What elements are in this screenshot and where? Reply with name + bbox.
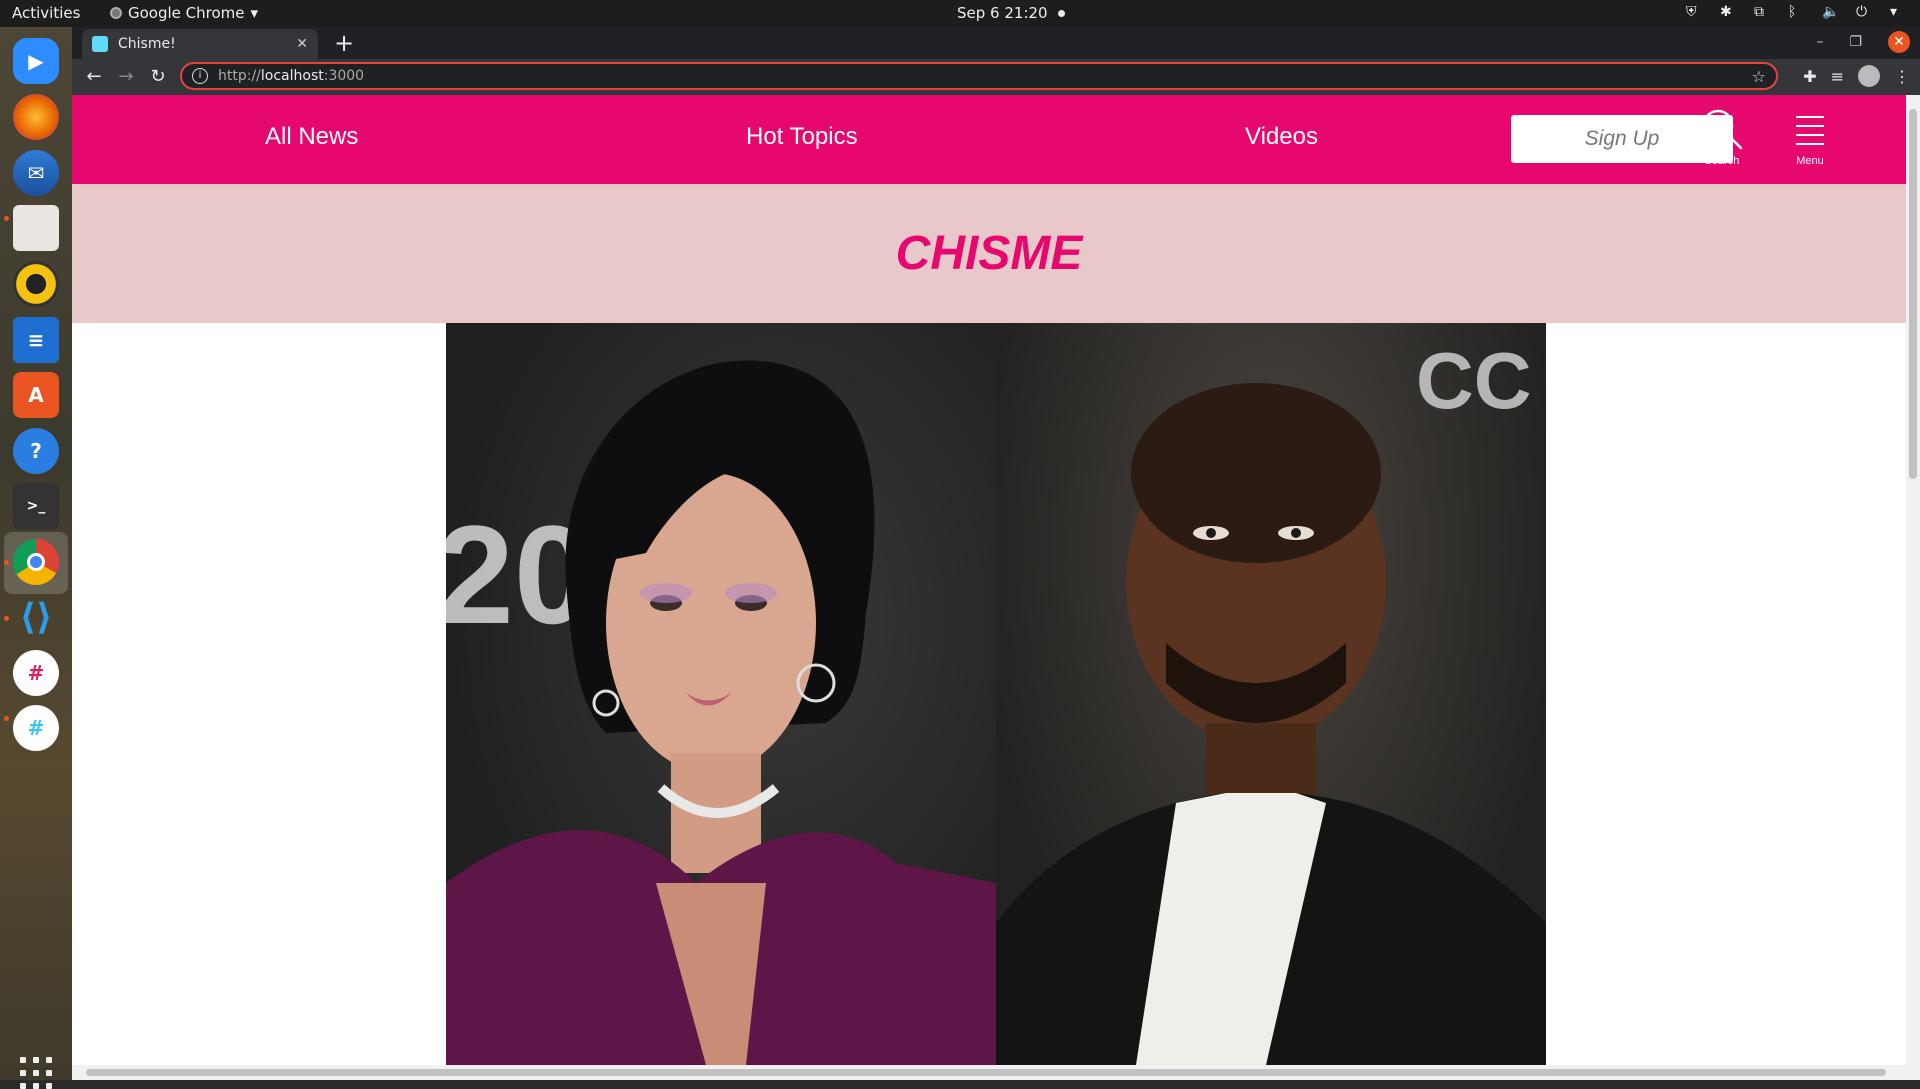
power-icon[interactable]: ⏻ — [1856, 4, 1872, 20]
firefox-icon[interactable] — [13, 94, 59, 140]
brand-banner: CHISME — [72, 184, 1906, 323]
running-indicator — [4, 716, 9, 721]
system-tray[interactable]: ⛨ ✱ ⧉ ᛒ 🔈 ⏻ ▾ — [1686, 4, 1906, 20]
vertical-scrollbar[interactable] — [1906, 95, 1920, 1065]
close-icon[interactable]: ✕ — [296, 36, 308, 52]
terminal-icon[interactable]: >_ — [13, 483, 59, 529]
menu-label: Menu — [1796, 155, 1824, 167]
rhythmbox-icon[interactable] — [13, 261, 59, 307]
forward-arrow-icon[interactable]: → — [114, 65, 138, 89]
chevron-down-icon: ▾ — [250, 4, 259, 22]
browser-window: Chisme! ✕ + – ❐ ✕ ← → ↻ i http://localho… — [72, 27, 1920, 1080]
tab-title: Chisme! — [118, 36, 176, 52]
tab-strip: Chisme! ✕ + – ❐ ✕ — [72, 27, 1920, 59]
window-controls: – ❐ ✕ — [1816, 31, 1910, 53]
files-icon[interactable] — [13, 205, 59, 251]
site-navbar: All News Hot Topics Videos Sign Up Searc… — [72, 95, 1906, 184]
extensions-puzzle-icon[interactable]: ✚ — [1803, 67, 1816, 86]
slack-tray-icon[interactable]: ✱ — [1720, 4, 1736, 20]
app-menu[interactable]: Google Chrome ▾ — [110, 4, 258, 22]
tab-chisme[interactable]: Chisme! ✕ — [82, 29, 318, 59]
browser-toolbar: ← → ↻ i http://localhost:3000 ☆ ✚ ≡ ⋮ — [72, 59, 1920, 95]
search-button[interactable]: Search — [1694, 107, 1750, 167]
hamburger-menu-icon — [1796, 116, 1824, 145]
slack-icon[interactable]: # — [13, 705, 59, 751]
shield-icon[interactable]: ⛨ — [1686, 4, 1702, 20]
back-arrow-icon[interactable]: ← — [82, 65, 106, 89]
thunderbird-icon[interactable]: ✉ — [13, 150, 59, 196]
os-top-bar: Activities Google Chrome ▾ Sep 6 21:20 ⛨… — [0, 0, 1920, 27]
activities-button[interactable]: Activities — [12, 4, 80, 22]
app-name-label: Google Chrome — [128, 4, 245, 22]
profile-avatar-icon[interactable] — [1858, 65, 1880, 87]
svg-text:CC: CC — [1416, 336, 1532, 425]
search-icon — [1702, 109, 1743, 150]
vscode-icon[interactable]: ⟨⟩ — [13, 594, 59, 640]
clock-label: Sep 6 21:20 — [957, 4, 1048, 22]
network-icon[interactable]: ⧉ — [1754, 4, 1770, 20]
bluetooth-icon[interactable]: ᛒ — [1788, 4, 1804, 20]
slack-icon[interactable]: # — [13, 650, 59, 696]
bookmark-star-icon[interactable]: ☆ — [1752, 67, 1766, 86]
toolbar-actions: ✚ ≡ ⋮ — [1803, 65, 1910, 87]
running-indicator — [4, 216, 9, 221]
close-window-icon[interactable]: ✕ — [1888, 31, 1910, 53]
chrome-small-icon — [110, 7, 122, 19]
horizontal-scrollbar[interactable] — [72, 1065, 1920, 1080]
writer-icon[interactable]: ≡ — [13, 317, 59, 363]
new-tab-button[interactable]: + — [330, 29, 358, 57]
man-portrait-illustration: CC — [996, 336, 1546, 1065]
nav-link-all-news[interactable]: All News — [265, 123, 358, 151]
chevron-down-icon[interactable]: ▾ — [1890, 4, 1906, 20]
menu-button[interactable]: Menu — [1782, 107, 1838, 167]
nav-link-hot-topics[interactable]: Hot Topics — [746, 123, 858, 151]
hero-photo-left: 20 — [446, 323, 996, 1065]
hero-image[interactable]: 20 CC — [446, 323, 1546, 1065]
show-applications-icon[interactable] — [20, 1057, 52, 1089]
clock[interactable]: Sep 6 21:20 — [957, 4, 1065, 22]
kebab-menu-icon[interactable]: ⋮ — [1894, 67, 1910, 86]
help-icon[interactable]: ? — [13, 428, 59, 474]
nav-link-videos[interactable]: Videos — [1245, 123, 1318, 151]
dock: ▶ ✉ ≡ A ? >_ ⟨⟩ # # — [0, 27, 72, 1089]
site-logo-text[interactable]: CHISME — [72, 226, 1906, 281]
restore-icon[interactable]: ❐ — [1849, 34, 1862, 50]
woman-portrait-illustration: 20 — [446, 360, 996, 1065]
address-bar[interactable]: i http://localhost:3000 ☆ — [180, 62, 1778, 90]
software-center-icon[interactable]: A — [13, 372, 59, 418]
info-icon[interactable]: i — [192, 68, 208, 84]
url-text: http://localhost:3000 — [218, 68, 365, 84]
scrollbar-thumb[interactable] — [86, 1069, 1886, 1076]
media-queue-icon[interactable]: ≡ — [1831, 67, 1844, 86]
zoom-icon[interactable]: ▶ — [13, 38, 59, 84]
react-favicon-icon — [92, 36, 108, 52]
minimize-icon[interactable]: – — [1816, 34, 1823, 50]
notification-dot-icon — [1057, 9, 1065, 17]
running-indicator — [4, 616, 9, 621]
reload-icon[interactable]: ↻ — [146, 65, 170, 89]
page-viewport: All News Hot Topics Videos Sign Up Searc… — [72, 95, 1906, 1065]
hero-photo-right: CC — [996, 323, 1546, 1065]
scrollbar-thumb[interactable] — [1909, 109, 1917, 479]
chrome-icon[interactable] — [13, 539, 59, 585]
search-label: Search — [1704, 155, 1740, 167]
running-indicator — [4, 560, 9, 565]
volume-icon[interactable]: 🔈 — [1822, 4, 1839, 20]
